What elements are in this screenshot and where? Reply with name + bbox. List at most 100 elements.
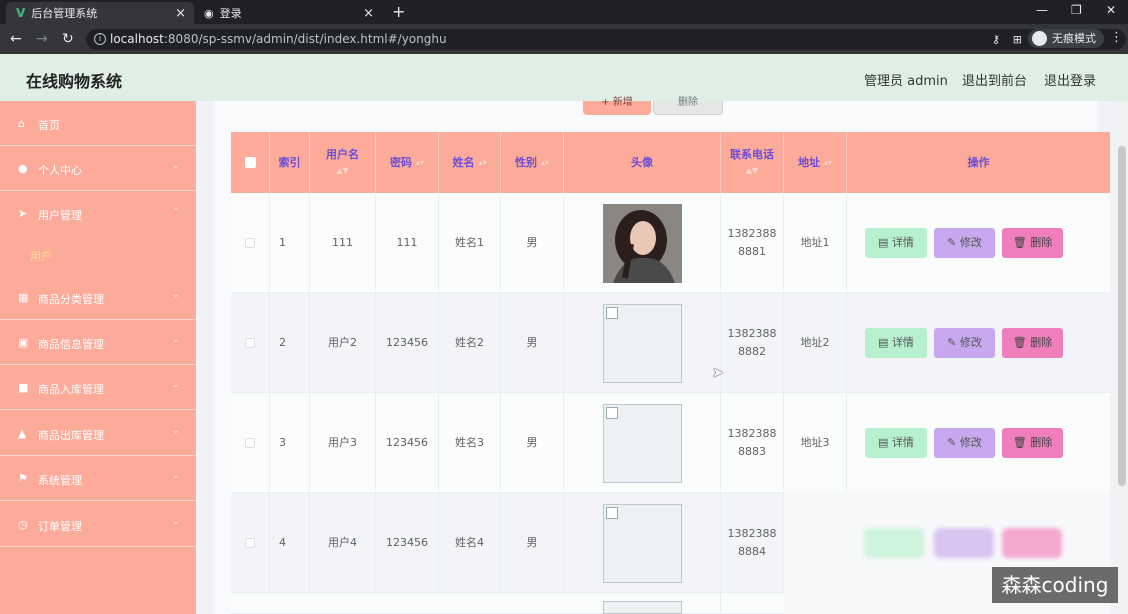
minimize-button[interactable]: —: [1036, 3, 1048, 17]
detail-button[interactable]: ▤ 详情: [865, 328, 927, 358]
edit-button[interactable]: ✎ 修改: [934, 228, 995, 258]
cell-index: 4: [270, 493, 310, 593]
detail-label: 详情: [891, 436, 914, 449]
delete-button[interactable]: 🗑 删除: [1002, 328, 1063, 358]
back-to-front-link[interactable]: 退出到前台: [962, 70, 1027, 89]
header-index[interactable]: 索引: [270, 132, 310, 193]
header-username[interactable]: 用户名 ▲▼: [310, 132, 376, 193]
doc-icon: ▣: [18, 336, 29, 349]
detail-button[interactable]: ▤ 详情: [865, 428, 927, 458]
url-input[interactable]: i localhost:8080/sp-ssmv/admin/dist/inde…: [86, 29, 1126, 50]
broken-image-icon: [602, 403, 682, 483]
header-name[interactable]: 姓名 ▴▾: [439, 132, 501, 193]
cell-username: 用户2: [310, 293, 376, 393]
reload-icon[interactable]: ↻: [62, 31, 74, 47]
sidebar-item-stock-out[interactable]: ▲ 商品出库管理 ⌄: [0, 411, 196, 456]
cell-avatar: [564, 293, 721, 393]
page-scrollbar[interactable]: [1116, 101, 1128, 614]
chevron-down-icon: ⌄: [171, 425, 180, 436]
sidebar-item-home[interactable]: ⌂ 首页: [0, 101, 196, 146]
sidebar-item-label: 商品出库管理: [38, 429, 104, 442]
sidebar-item-stock-in[interactable]: ■ 商品入库管理 ⌄: [0, 365, 196, 410]
edit-button[interactable]: ✎ 修改: [934, 328, 995, 358]
tab-close-icon[interactable]: ×: [363, 6, 374, 21]
translate-icon[interactable]: ⊞: [1013, 29, 1022, 50]
cell-avatar: [564, 393, 721, 493]
info-icon[interactable]: i: [94, 33, 106, 45]
select-all-checkbox[interactable]: [244, 157, 256, 168]
header-address-label: 地址: [797, 155, 820, 169]
row-checkbox[interactable]: [245, 538, 255, 548]
back-arrow-icon[interactable]: ←: [10, 31, 22, 47]
row-checkbox-cell[interactable]: [231, 193, 270, 293]
delete-button[interactable]: 🗑 删除: [1002, 228, 1063, 258]
detail-button[interactable]: ▤ 详情: [865, 228, 927, 258]
cell-address: 地址1: [784, 193, 847, 293]
row-checkbox[interactable]: [245, 238, 255, 248]
tab-title: 后台管理系统: [31, 7, 98, 20]
key-icon[interactable]: ⚷: [992, 29, 1000, 50]
cell-actions: ▤ 详情 ✎ 修改 🗑 删除: [847, 393, 1110, 493]
sort-icon[interactable]: ▴▾: [541, 155, 549, 171]
row-checkbox[interactable]: [245, 338, 255, 348]
user-icon: ●: [18, 162, 28, 175]
scrollbar-thumb[interactable]: [1118, 146, 1126, 486]
sidebar-subitem-user[interactable]: 用户: [0, 236, 196, 276]
url-path: :8080/sp-ssmv/admin/dist/index.html#/yon…: [163, 32, 447, 46]
browser-menu-icon[interactable]: ⋮: [1110, 30, 1123, 45]
sort-icon[interactable]: ▲▼: [746, 163, 758, 179]
logout-link[interactable]: 退出登录: [1044, 70, 1096, 89]
incognito-label: 无痕模式: [1052, 32, 1096, 45]
cell-name: 姓名3: [439, 393, 501, 493]
cell-username: 用户4: [310, 493, 376, 593]
header-password-label: 密码: [389, 155, 412, 169]
broken-image-icon: [602, 503, 682, 583]
header-address[interactable]: 地址 ▴▾: [784, 132, 847, 193]
cell-phone: 1382388 8884: [721, 493, 784, 593]
sidebar-item-product-info[interactable]: ▣ 商品信息管理 ⌄: [0, 320, 196, 365]
address-bar-row: ← → ↻ i localhost:8080/sp-ssmv/admin/dis…: [0, 24, 1128, 54]
cell-actions: ▤ 详情 ✎ 修改 🗑 删除: [847, 293, 1110, 393]
sort-icon[interactable]: ▴▾: [416, 155, 424, 171]
sidebar-item-label: 系统管理: [38, 474, 82, 487]
woman-portrait-image: [602, 203, 682, 283]
cell-password: 123456: [376, 293, 439, 393]
header-gender[interactable]: 性别 ▴▾: [501, 132, 564, 193]
row-checkbox-cell[interactable]: [231, 393, 270, 493]
sidebar-item-system[interactable]: ⚑ 系统管理 ⌄: [0, 456, 196, 501]
close-window-button[interactable]: ✕: [1106, 3, 1116, 17]
add-button[interactable]: + 新增: [583, 98, 651, 115]
forward-arrow-icon[interactable]: →: [36, 31, 48, 47]
restore-button[interactable]: ❐: [1071, 3, 1082, 17]
broken-image-icon: [602, 601, 682, 614]
delete-button[interactable]: 🗑 删除: [1002, 428, 1063, 458]
sort-icon[interactable]: ▴▾: [478, 155, 486, 171]
sidebar-item-category[interactable]: ▦ 商品分类管理 ⌄: [0, 275, 196, 320]
browser-tab-bar: V 后台管理系统 × ◉ 登录 × + — ❐ ✕: [0, 0, 1128, 24]
sidebar-item-user-mgmt[interactable]: ➤ 用户管理 ⌃: [0, 191, 196, 236]
incognito-icon: [1032, 31, 1047, 46]
sidebar-item-profile[interactable]: ● 个人中心 ⌄: [0, 146, 196, 191]
sidebar-item-orders[interactable]: ◷ 订单管理 ⌄: [0, 502, 196, 547]
row-checkbox-cell[interactable]: [231, 293, 270, 393]
incognito-badge[interactable]: 无痕模式: [1028, 29, 1104, 48]
tab-login[interactable]: ◉ 登录 ×: [196, 2, 382, 24]
sort-icon[interactable]: ▲▼: [336, 163, 348, 179]
tab-close-icon[interactable]: ×: [175, 6, 186, 21]
row-checkbox-cell[interactable]: [231, 493, 270, 593]
header-name-label: 姓名: [452, 155, 475, 169]
chevron-up-icon: ⌃: [171, 207, 180, 218]
sort-icon[interactable]: ▴▾: [824, 155, 832, 171]
edit-button[interactable]: ✎ 修改: [934, 428, 995, 458]
tab-admin[interactable]: V 后台管理系统 ×: [6, 2, 194, 24]
send-icon: ➤: [18, 207, 28, 220]
batch-delete-button[interactable]: 删除: [653, 98, 723, 115]
select-all-checkbox-cell[interactable]: [231, 132, 270, 193]
header-password[interactable]: 密码 ▴▾: [376, 132, 439, 193]
new-tab-button[interactable]: +: [392, 2, 405, 21]
cell-avatar: [564, 193, 721, 293]
row-checkbox[interactable]: [245, 438, 255, 448]
chevron-down-icon: ⌄: [171, 289, 180, 300]
pencil-icon: ✎: [947, 436, 960, 449]
header-phone[interactable]: 联系电话 ▲▼: [721, 132, 784, 193]
